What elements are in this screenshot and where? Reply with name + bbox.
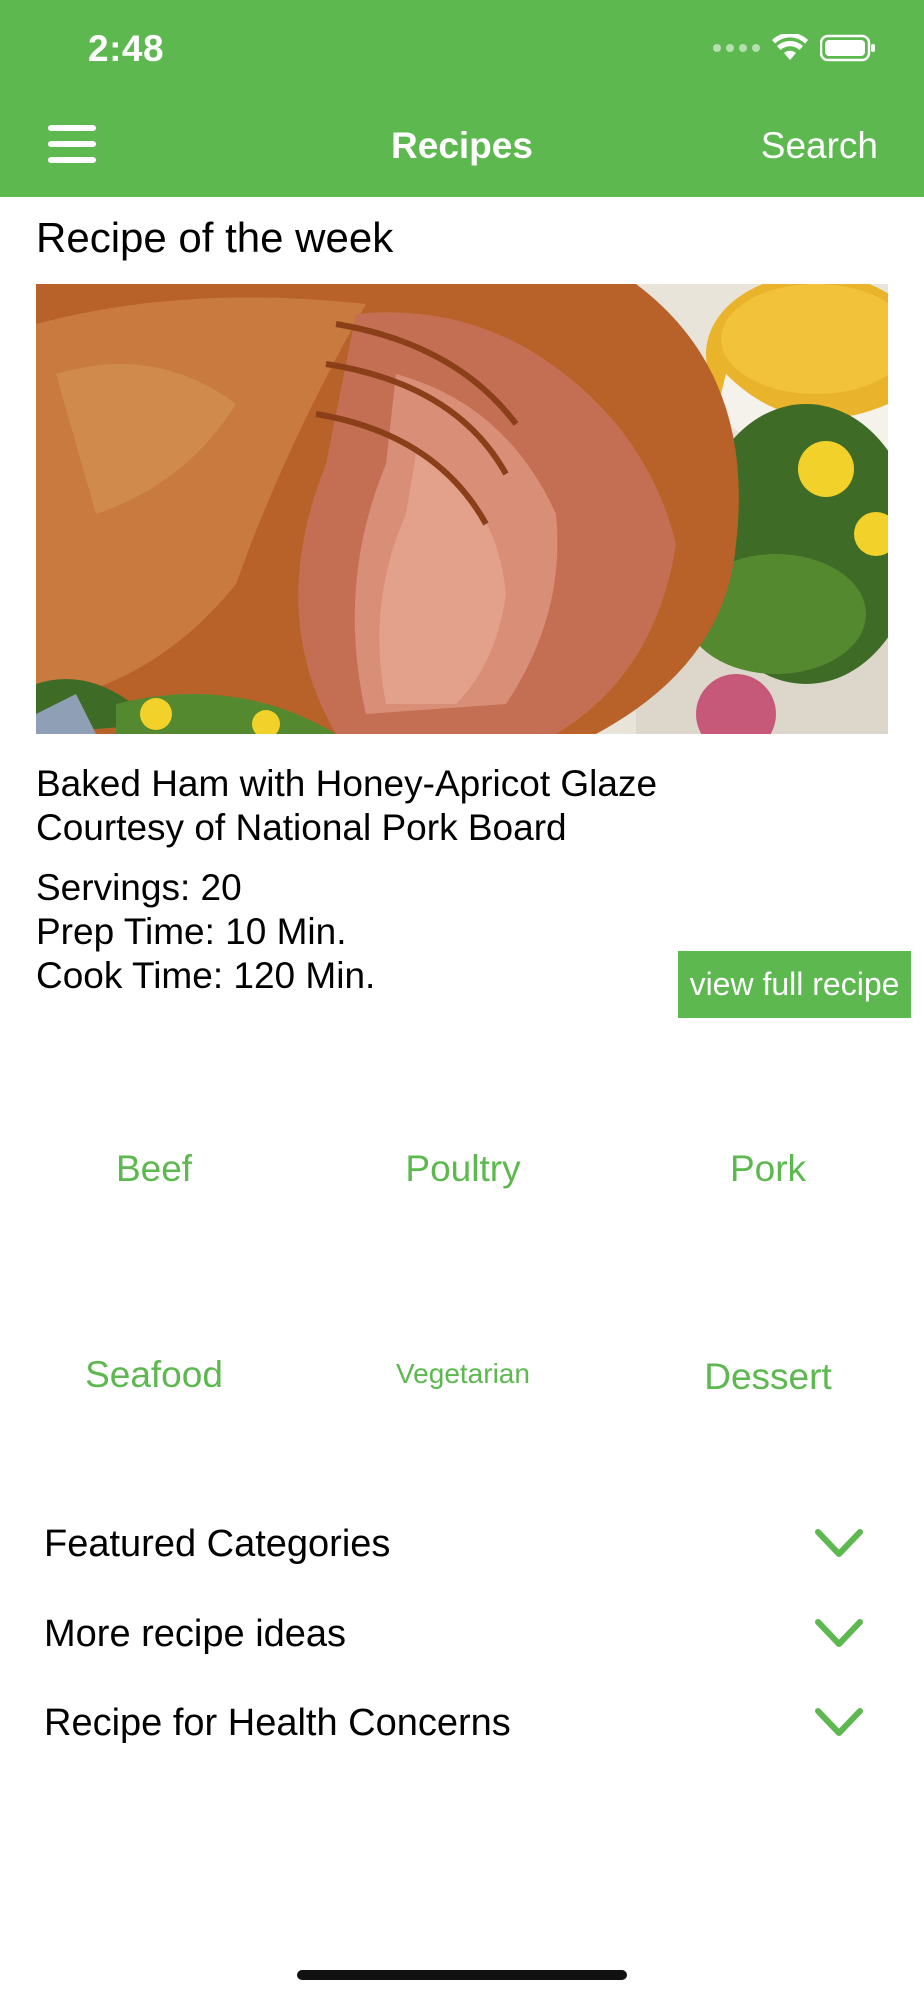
category-pork[interactable]: Pork [648, 1148, 888, 1190]
view-full-recipe-button[interactable]: view full recipe [678, 951, 911, 1018]
recipe-name: Baked Ham with Honey-Apricot Glaze [36, 763, 658, 804]
category-seafood[interactable]: Seafood [34, 1354, 274, 1396]
battery-icon [820, 34, 875, 62]
category-poultry[interactable]: Poultry [343, 1148, 583, 1190]
recipe-cook-time: Cook Time: 120 Min. [36, 955, 376, 996]
recipe-meta: Servings: 20 Prep Time: 10 Min. Cook Tim… [36, 866, 375, 998]
status-time: 2:48 [88, 28, 165, 69]
ham-image [36, 284, 888, 734]
category-vegetarian[interactable]: Vegetarian [343, 1358, 583, 1390]
accordion-more-recipe-ideas[interactable]: More recipe ideas [44, 1604, 864, 1664]
category-beef[interactable]: Beef [34, 1148, 274, 1190]
menu-icon[interactable] [48, 125, 96, 163]
recipe-prep-time: Prep Time: 10 Min. [36, 911, 347, 952]
home-indicator[interactable] [297, 1970, 627, 1980]
recipe-info: Baked Ham with Honey-Apricot Glaze Court… [36, 762, 657, 850]
recipe-of-week-heading: Recipe of the week [36, 214, 394, 261]
status-icons [713, 34, 876, 62]
category-dessert[interactable]: Dessert [648, 1356, 888, 1398]
recipe-courtesy: Courtesy of National Pork Board [36, 807, 567, 848]
recipe-image[interactable] [36, 284, 888, 734]
accordion-featured-categories[interactable]: Featured Categories [44, 1514, 864, 1574]
wifi-icon [772, 34, 808, 60]
accordion-health-concerns[interactable]: Recipe for Health Concerns [44, 1693, 864, 1753]
accordion-label: Recipe for Health Concerns [44, 1702, 511, 1744]
accordion-label: More recipe ideas [44, 1613, 347, 1655]
top-bar: 2:48 Recipes Search [0, 0, 924, 197]
accordion-label: Featured Categories [44, 1523, 391, 1565]
signal-icon [713, 44, 760, 52]
chevron-down-icon [815, 1529, 863, 1557]
recipe-servings: Servings: 20 [36, 867, 242, 908]
chevron-down-icon [815, 1708, 863, 1736]
search-button[interactable]: Search [761, 125, 878, 167]
chevron-down-icon [815, 1619, 863, 1647]
